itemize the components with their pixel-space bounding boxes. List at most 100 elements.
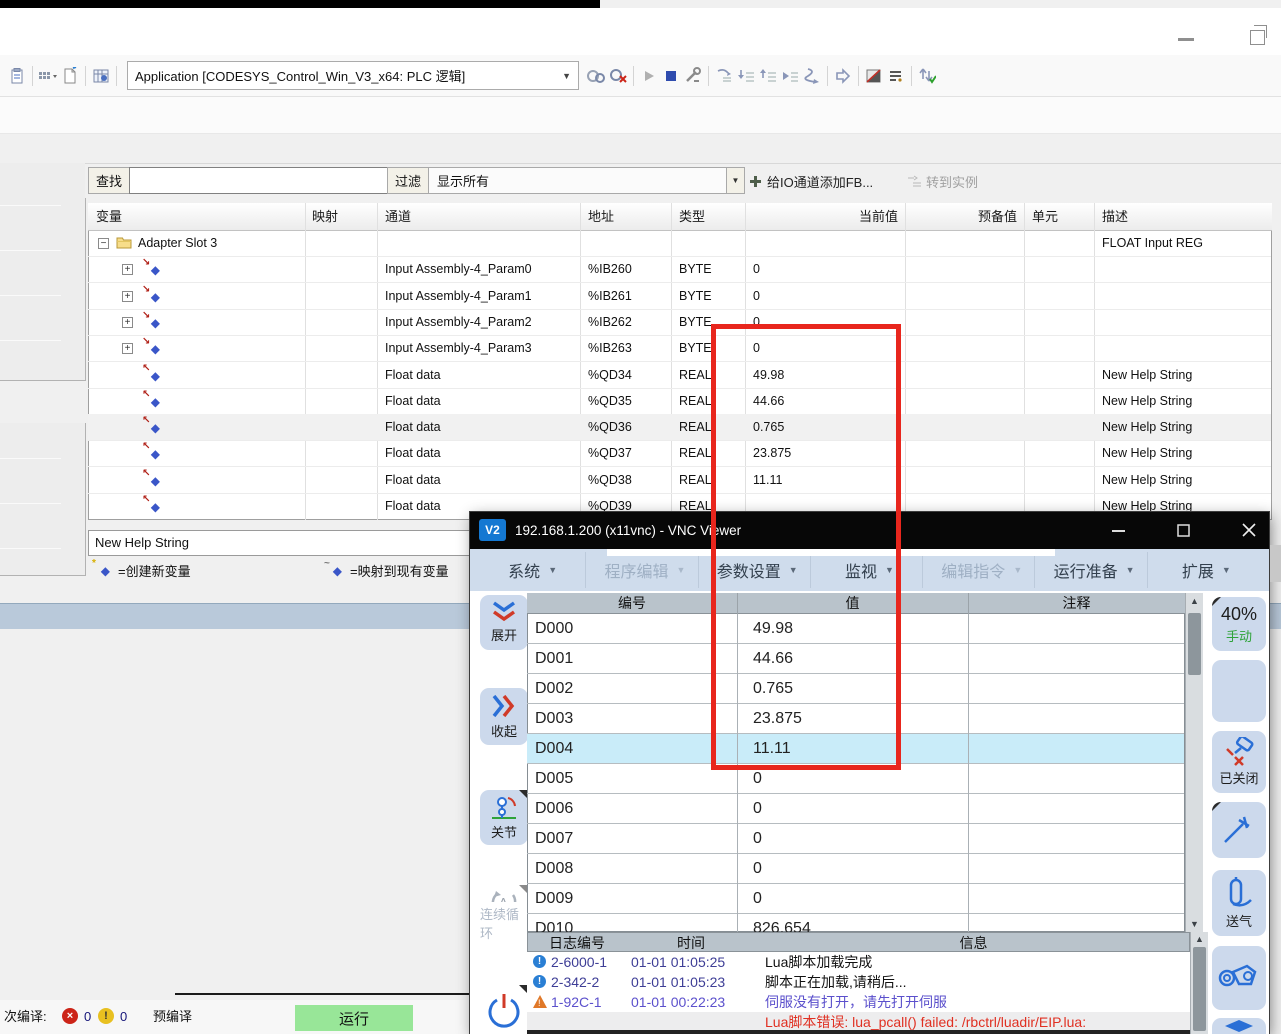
top-black-strip <box>0 0 600 8</box>
col-log-time[interactable]: 时间 <box>626 933 756 953</box>
col-channel[interactable]: 通道 <box>385 203 411 230</box>
col-mapping[interactable]: 映射 <box>312 203 338 230</box>
menu-program-edit[interactable]: 程序编辑▼ <box>592 552 698 588</box>
chevron-down-icon[interactable]: ▼ <box>726 167 745 194</box>
vnc-minimize-button[interactable] <box>1100 512 1138 549</box>
vnc-maximize-button[interactable] <box>1165 512 1203 549</box>
col-description[interactable]: 描述 <box>1102 203 1128 230</box>
log-row[interactable]: Lua脚本错误: lua_pcall() failed: /rbctrl/lua… <box>527 1012 1190 1030</box>
scrollbar-thumb[interactable] <box>1193 947 1206 1031</box>
log-row[interactable]: !1-92C-101-01 00:22:23伺服没有打开，请先打开伺服 <box>527 992 1190 1012</box>
step-out-icon[interactable] <box>757 65 779 87</box>
partial-button[interactable] <box>1212 1018 1266 1034</box>
torch-icon <box>1221 814 1257 846</box>
blank-button[interactable] <box>1212 660 1266 722</box>
goto-instance-button[interactable]: 转到实例 <box>907 168 1007 194</box>
io-table-row[interactable]: ◆↖Float data%QD37REAL23.875New Help Stri… <box>88 440 1271 467</box>
find-input[interactable] <box>129 167 388 194</box>
grid-dropdown-icon[interactable] <box>37 65 59 87</box>
minimize-icon[interactable] <box>1178 38 1194 41</box>
joint-button[interactable]: 关节 <box>480 790 528 845</box>
filter-select[interactable]: 显示所有 <box>428 167 727 194</box>
col-prepared-value[interactable]: 预备值 <box>905 203 1017 230</box>
col-comment[interactable]: 注释 <box>968 593 1185 614</box>
menu-extend[interactable]: 扩展▼ <box>1154 552 1259 588</box>
expand-toggle-icon[interactable]: + <box>122 264 133 275</box>
col-address[interactable]: 地址 <box>588 203 614 230</box>
menu-run-prepare[interactable]: 运行准备▼ <box>1041 552 1147 588</box>
vnc-close-button[interactable] <box>1230 512 1268 549</box>
io-table-row[interactable]: ◆↖Float data%QD35REAL44.66New Help Strin… <box>88 388 1271 415</box>
io-table-row[interactable]: +◆↘Input Assembly-4_Param2%IB262BYTE0 <box>88 309 1271 336</box>
io-table-row[interactable]: ◆↖Float data%QD34REAL49.98New Help Strin… <box>88 362 1271 389</box>
col-variable[interactable]: 变量 <box>96 203 122 230</box>
expand-toggle-icon[interactable]: + <box>122 317 133 328</box>
force-values-icon[interactable] <box>863 65 885 87</box>
col-log-id[interactable]: 日志编号 <box>528 933 626 953</box>
menu-system[interactable]: 系统▼ <box>480 552 586 588</box>
collapse-toggle-icon[interactable]: − <box>98 238 109 249</box>
col-current-value[interactable]: 当前值 <box>745 203 898 230</box>
power-button[interactable] <box>480 985 528 1034</box>
step-over-icon[interactable] <box>713 65 735 87</box>
paste-icon[interactable] <box>6 65 28 87</box>
restore-icon[interactable] <box>1250 30 1265 45</box>
watch-table-row[interactable]: D0080 <box>527 854 1184 884</box>
collapse-button[interactable]: 收起 <box>480 688 528 745</box>
log-message-cell: 伺服没有打开，请先打开伺服 <box>765 992 947 1012</box>
stop-icon[interactable] <box>660 65 682 87</box>
col-log-message[interactable]: 信息 <box>756 933 1191 953</box>
col-id[interactable]: 编号 <box>527 593 737 614</box>
current-value-cell: 0 <box>753 256 760 282</box>
scrollbar-thumb[interactable] <box>1188 613 1201 675</box>
watch-table-row[interactable]: D010826.654 <box>527 914 1184 932</box>
cell-divider <box>968 854 969 884</box>
add-fb-for-io-channel-button[interactable]: 给IO通道添加FB... <box>749 168 907 194</box>
torch-closed-button[interactable]: 已关闭 <box>1212 731 1266 793</box>
active-application-selector[interactable]: Application [CODESYS_Control_Win_V3_x64:… <box>127 61 579 90</box>
show-next-statement-icon[interactable] <box>832 65 854 87</box>
scroll-down-icon[interactable]: ▼ <box>1186 919 1203 929</box>
channel-cell: Input Assembly-4_Param1 <box>385 283 532 309</box>
io-table-row[interactable]: +◆↘Input Assembly-4_Param0%IB260BYTE0 <box>88 256 1271 283</box>
breakpoint-settings-icon[interactable] <box>682 65 704 87</box>
scroll-up-icon[interactable]: ▲ <box>1186 596 1203 606</box>
io-table-row[interactable]: +◆↘Input Assembly-4_Param3%IB263BYTE0 <box>88 335 1271 362</box>
io-table-row[interactable]: ◆↖Float data%QD36REAL0.765New Help Strin… <box>88 414 1271 441</box>
reset-warm-icon[interactable] <box>916 65 938 87</box>
new-object-icon[interactable] <box>59 65 81 87</box>
set-next-statement-icon[interactable] <box>801 65 823 87</box>
expand-toggle-icon[interactable]: + <box>122 291 133 302</box>
col-unit[interactable]: 单元 <box>1032 203 1058 230</box>
build-icon[interactable] <box>90 65 112 87</box>
scroll-up-icon[interactable]: ▲ <box>1191 934 1208 944</box>
watch-table-row[interactable]: D0060 <box>527 794 1184 824</box>
expand-toggle-icon[interactable]: + <box>122 343 133 354</box>
login-icon[interactable] <box>585 65 607 87</box>
watch-list-icon[interactable] <box>885 65 907 87</box>
run-to-cursor-icon[interactable] <box>779 65 801 87</box>
continuous-loop-button[interactable]: A 连续循环 <box>480 885 528 942</box>
watch-table-row[interactable]: D0070 <box>527 824 1184 854</box>
menu-edit-instruction[interactable]: 编辑指令▼ <box>929 552 1035 588</box>
col-type[interactable]: 类型 <box>679 203 705 230</box>
io-table-row[interactable]: ◆↖Float data%QD38REAL11.11New Help Strin… <box>88 467 1271 494</box>
watch-table-row[interactable]: D0090 <box>527 884 1184 914</box>
current-value-cell: 0 <box>753 283 760 309</box>
log-row[interactable]: !2-6000-101-01 01:05:25Lua脚本加载完成 <box>527 952 1190 972</box>
expand-button[interactable]: 展开 <box>480 595 528 650</box>
robot-camera-button[interactable] <box>1212 946 1266 1010</box>
log-scrollbar[interactable]: ▲ <box>1190 932 1208 1034</box>
watch-table-scrollbar[interactable]: ▲ ▼ <box>1185 593 1203 932</box>
torch-button[interactable] <box>1212 802 1266 858</box>
gas-button[interactable]: 送气 <box>1212 870 1266 936</box>
speed-button[interactable]: 40% 手动 <box>1212 597 1266 651</box>
io-table-row[interactable]: +◆↘Input Assembly-4_Param1%IB261BYTE0 <box>88 283 1271 310</box>
io-table-row[interactable]: −Adapter Slot 3FLOAT Input REG <box>88 230 1271 257</box>
description-cell: New Help String <box>1102 362 1192 388</box>
start-icon[interactable] <box>638 65 660 87</box>
logout-icon[interactable] <box>607 65 629 87</box>
codesys-main-toolbar: Application [CODESYS_Control_Win_V3_x64:… <box>0 55 1281 97</box>
step-into-icon[interactable] <box>735 65 757 87</box>
log-row[interactable]: !2-342-201-01 01:05:23脚本正在加载,请稍后... <box>527 972 1190 992</box>
